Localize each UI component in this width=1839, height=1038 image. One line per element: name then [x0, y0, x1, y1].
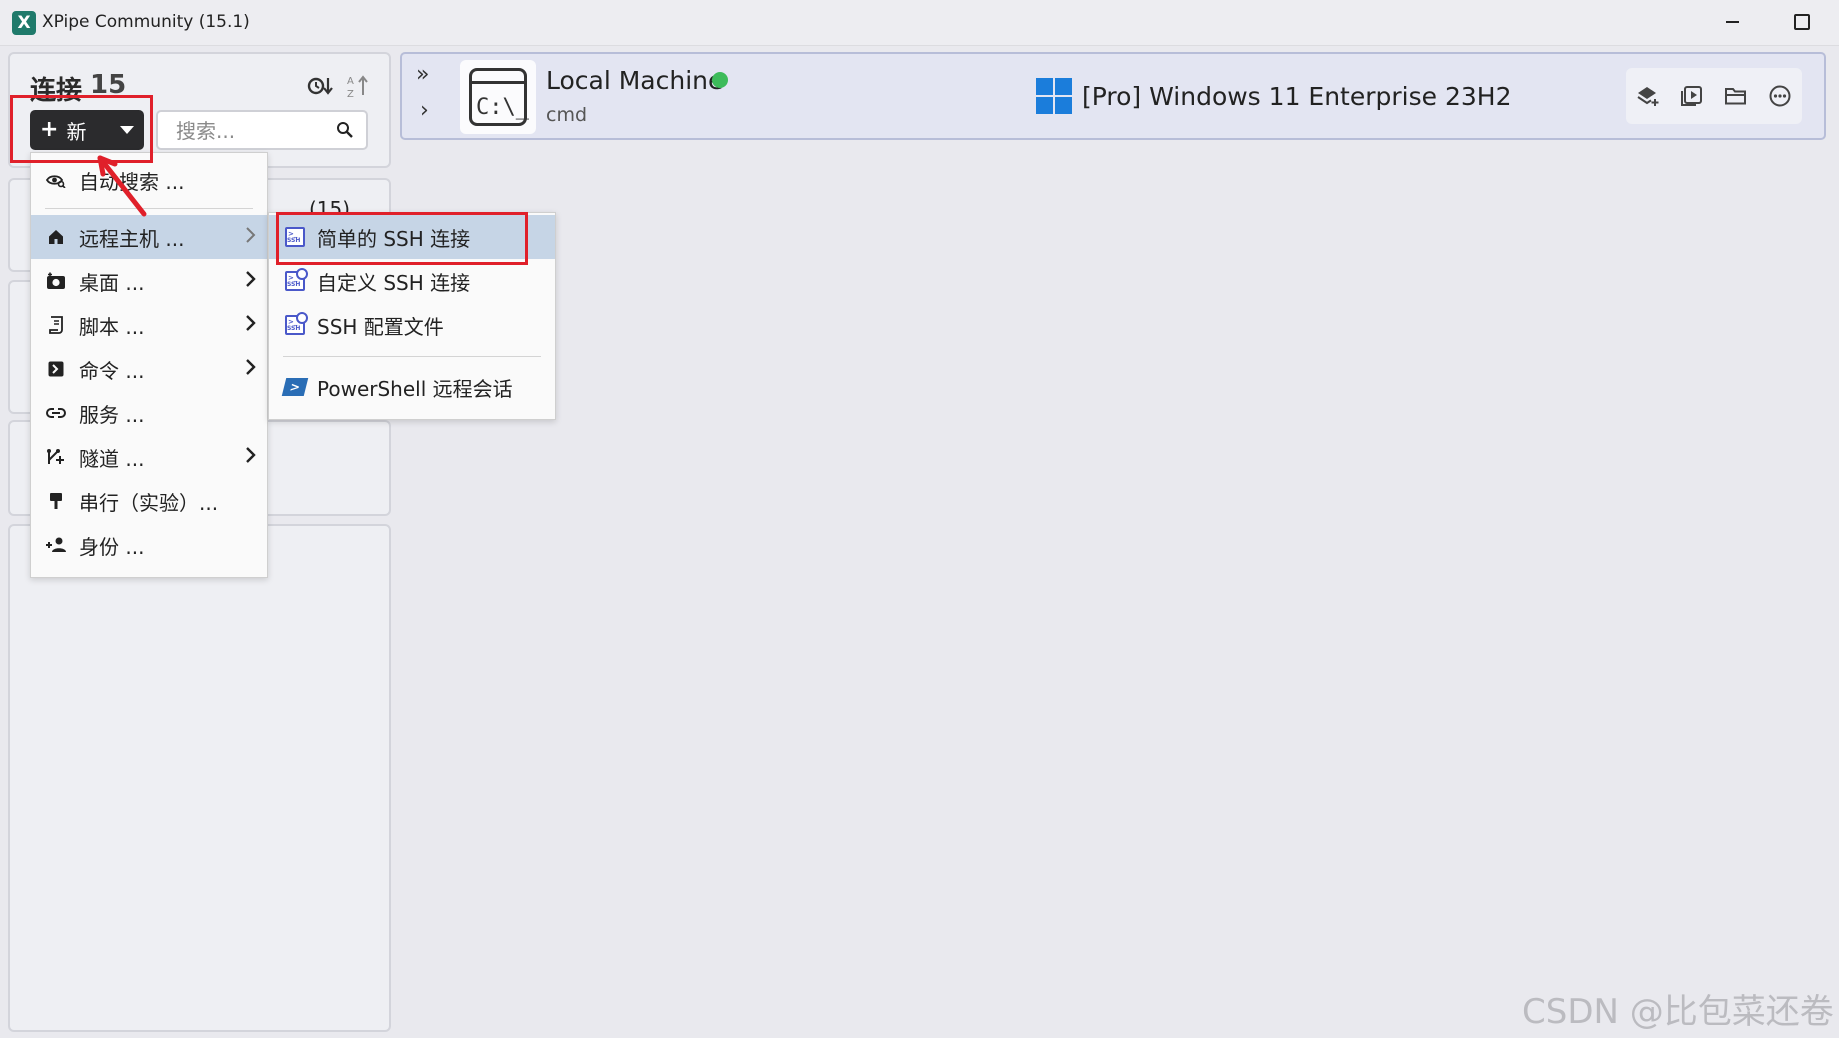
status-online-icon — [712, 72, 728, 88]
tunnel-icon — [45, 448, 67, 466]
maximize-button[interactable] — [1782, 8, 1822, 36]
menu-item-service[interactable]: 服务 ... — [31, 391, 267, 435]
windows-logo-icon — [1036, 78, 1072, 114]
home-icon — [45, 229, 67, 245]
minimize-button[interactable] — [1712, 8, 1752, 36]
menu-item-label: 串行（实验）... — [79, 490, 219, 515]
connection-card-local-machine[interactable]: » › C:\_ Local Machine cmd [Pro] Windows… — [400, 52, 1826, 140]
chevron-right-icon — [245, 357, 257, 382]
submenu-item-custom-ssh[interactable]: >_ SSH 自定义 SSH 连接 — [269, 259, 555, 303]
svg-text:A: A — [347, 76, 354, 87]
submenu-item-label: PowerShell 远程会话 — [317, 376, 513, 401]
terminal-icon: C:\_ — [460, 60, 536, 134]
terminal-glyph: C:\_ — [476, 95, 529, 120]
folder-icon[interactable] — [1722, 82, 1750, 110]
connection-actions — [1626, 68, 1802, 124]
search-field[interactable] — [156, 110, 368, 150]
menu-item-label: 服务 ... — [79, 402, 145, 427]
chevron-right-icon — [245, 225, 257, 250]
chevron-right-icon — [245, 269, 257, 294]
ssh-config-icon: >_ SSH — [283, 312, 308, 337]
link-icon — [45, 406, 67, 420]
os-name: [Pro] Windows 11 Enterprise 23H2 — [1082, 82, 1512, 111]
chevron-right-icon[interactable]: › — [420, 98, 429, 123]
submenu-item-ssh-config[interactable]: >_ SSH SSH 配置文件 — [269, 303, 555, 347]
script-icon — [45, 316, 67, 334]
red-arrow-annotation — [97, 155, 147, 217]
camera-icon — [45, 272, 67, 290]
ssh-custom-icon: >_ SSH — [283, 268, 308, 293]
search-icon — [336, 121, 354, 143]
users-icon — [45, 537, 67, 553]
menu-item-label: 隧道 ... — [79, 446, 145, 471]
submenu-item-powershell-remote[interactable]: > PowerShell 远程会话 — [269, 365, 555, 409]
machine-name: Local Machine — [546, 66, 724, 95]
eye-search-icon — [45, 172, 67, 188]
menu-item-command[interactable]: 命令 ... — [31, 347, 267, 391]
expand-all-icon[interactable]: » — [416, 62, 429, 87]
plug-icon — [45, 492, 67, 510]
menu-item-label: 身份 ... — [79, 534, 145, 559]
submenu-item-label: SSH 配置文件 — [317, 314, 444, 339]
menu-item-label: 命令 ... — [79, 358, 145, 383]
search-input[interactable] — [158, 112, 338, 150]
menu-item-serial[interactable]: 串行（实验）... — [31, 479, 267, 523]
powershell-icon: > — [281, 375, 309, 399]
maximize-icon — [1794, 14, 1810, 30]
window-title: XPipe Community (15.1) — [42, 12, 250, 32]
watermark: CSDN @比包菜还卷 — [1522, 992, 1834, 1032]
sidebar-panel-4 — [8, 524, 391, 1032]
chevron-right-icon — [245, 313, 257, 338]
chevron-right-icon — [245, 445, 257, 470]
sort-controls: AZ — [306, 72, 372, 100]
title-bar: X XPipe Community (15.1) — [0, 0, 1839, 46]
minimize-icon — [1725, 21, 1739, 23]
sort-by-time-icon[interactable] — [306, 72, 334, 100]
more-icon[interactable] — [1766, 82, 1794, 110]
menu-item-label: 桌面 ... — [79, 270, 145, 295]
menu-item-label: 脚本 ... — [79, 314, 145, 339]
svg-text:Z: Z — [347, 89, 354, 99]
menu-item-identity[interactable]: 身份 ... — [31, 523, 267, 567]
menu-item-desktop[interactable]: 桌面 ... — [31, 259, 267, 303]
add-layer-icon[interactable] — [1634, 82, 1662, 110]
menu-item-script[interactable]: 脚本 ... — [31, 303, 267, 347]
play-icon[interactable] — [1678, 82, 1706, 110]
terminal-icon — [45, 361, 67, 377]
highlight-simple-ssh — [276, 212, 528, 265]
menu-divider — [283, 356, 541, 357]
menu-item-label: 远程主机 ... — [79, 226, 185, 251]
xpipe-logo-icon: X — [12, 11, 36, 35]
sort-alpha-icon[interactable]: AZ — [344, 72, 372, 100]
shell-name: cmd — [546, 104, 588, 126]
submenu-item-label: 自定义 SSH 连接 — [317, 270, 471, 295]
menu-item-tunnel[interactable]: 隧道 ... — [31, 435, 267, 479]
